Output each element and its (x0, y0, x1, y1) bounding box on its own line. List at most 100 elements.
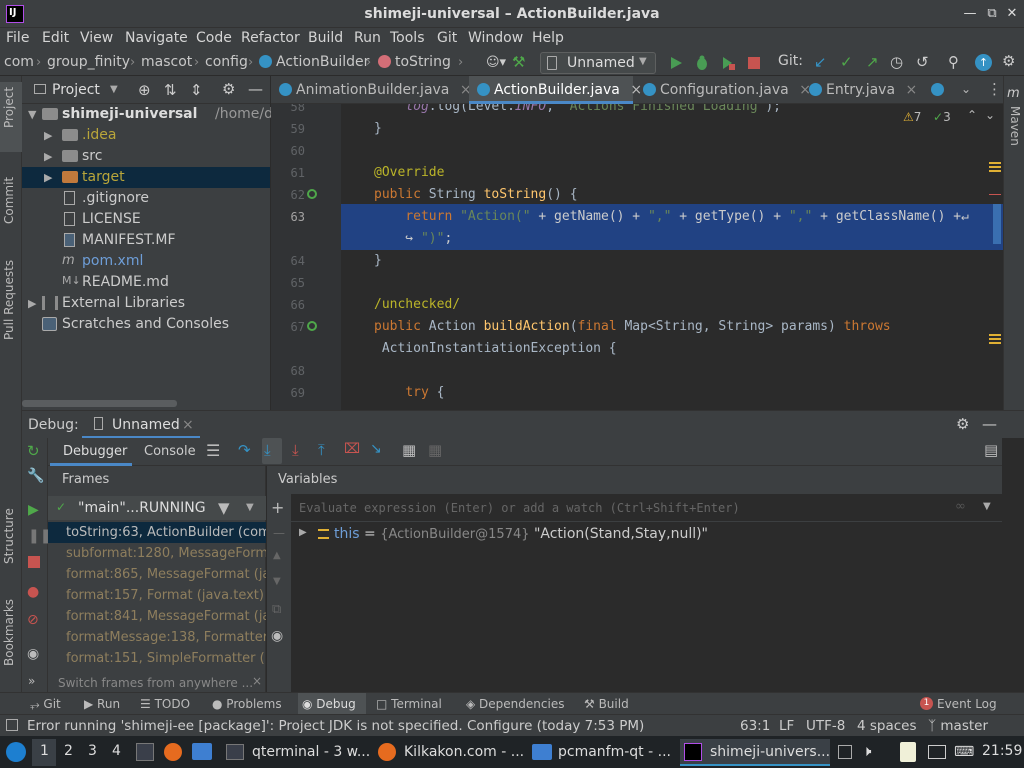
task-intellij[interactable]: shimeji-univers... (680, 739, 830, 766)
rollback-icon[interactable]: ↺ (916, 53, 929, 71)
drop-frame-icon[interactable]: ⌧ (344, 441, 360, 457)
clock[interactable]: 21:59 (982, 743, 1022, 759)
user-icon[interactable]: ☺▾ (486, 55, 506, 70)
tool-tab-maven[interactable]: Maven (1008, 106, 1022, 146)
menu-refactor[interactable]: Refactor (241, 30, 300, 46)
thread-select[interactable]: ✓ "main"...RUNNING ▼ ▼ (48, 496, 266, 520)
close-session-icon[interactable]: × (182, 417, 194, 433)
tab-console[interactable]: Console (144, 444, 196, 459)
more-icon[interactable]: » (28, 674, 35, 688)
history-dropdown-icon[interactable]: ▼ (983, 501, 991, 512)
evaluate-expression-icon[interactable]: ▦ (402, 441, 416, 459)
toolwindow-todo[interactable]: ☰ TODO (140, 697, 190, 711)
breadcrumb-tostring[interactable]: toString (378, 54, 451, 70)
implements-marker-icon[interactable] (307, 321, 317, 331)
chevron-down-icon[interactable]: ▼ (110, 84, 118, 95)
frame-item[interactable]: format:865, MessageFormat (ja (48, 564, 266, 585)
hide-panel-icon[interactable]: — (248, 80, 263, 98)
warning-icon[interactable]: ⚠7 (903, 110, 921, 124)
workspace-1[interactable]: 1 (40, 743, 49, 759)
toolwindow-dependencies[interactable]: ◈ Dependencies (466, 697, 564, 711)
step-out-icon[interactable]: ⤒ (318, 441, 325, 459)
move-down-icon[interactable]: ▼ (273, 576, 281, 587)
menu-view[interactable]: View (80, 30, 113, 46)
menu-code[interactable]: Code (196, 30, 232, 46)
task-firefox[interactable]: Kilkakon.com - ... (374, 739, 524, 766)
force-step-into-icon[interactable]: ⤓ (292, 441, 299, 459)
step-into-icon[interactable]: ⤓ (264, 441, 271, 459)
tab-entry[interactable]: Entry.java × (801, 76, 923, 104)
tool-tab-commit[interactable]: Commit (2, 177, 16, 224)
update-icon[interactable]: ↑ (975, 54, 992, 71)
frame-item[interactable]: format:841, MessageFormat (ja (48, 606, 266, 627)
menu-edit[interactable]: Edit (42, 30, 69, 46)
coverage-icon[interactable] (720, 55, 736, 71)
debug-session-tab[interactable]: Unnamed (112, 417, 180, 433)
filter-icon[interactable]: ▼ (218, 499, 230, 517)
more-menu-icon[interactable]: ⋮ (987, 80, 1002, 98)
next-highlight-icon[interactable]: ⌄ (985, 108, 995, 122)
watches-visibility-icon[interactable]: ◉ (271, 628, 283, 644)
copy-icon[interactable]: ⧉ (272, 602, 281, 617)
tree-item-manifest[interactable]: MANIFEST.MF (22, 230, 270, 251)
glasses-icon[interactable]: ∞ (955, 499, 966, 514)
step-over-icon[interactable]: ↷ (238, 441, 251, 459)
locate-icon[interactable]: ⊕ (138, 81, 151, 99)
camera-icon[interactable]: ◉ (27, 646, 39, 662)
build-hammer-icon[interactable]: ⚒ (512, 53, 525, 71)
override-marker-icon[interactable] (307, 189, 317, 199)
tab-configuration[interactable]: Configuration.java × (635, 76, 811, 104)
minimize-icon[interactable]: — (960, 4, 980, 24)
breadcrumb-actionbuilder[interactable]: ActionBuilder (259, 54, 369, 70)
search-icon[interactable]: ⚲ (948, 53, 959, 71)
code-editor[interactable]: 58 log.log(Level.INFO, "Actions Finished… (271, 104, 1003, 410)
menu-run[interactable]: Run (354, 30, 381, 46)
workspace-2[interactable]: 2 (64, 743, 73, 759)
tree-item-src[interactable]: ▶ src (22, 146, 270, 167)
error-stripe-marker[interactable] (989, 334, 1001, 336)
trace-icon[interactable]: ▦ (428, 441, 442, 459)
stop-icon[interactable] (746, 55, 762, 71)
screenshot-tray-icon[interactable] (838, 745, 852, 759)
frame-item-selected[interactable]: toString:63, ActionBuilder (com (48, 522, 266, 543)
indent-setting[interactable]: 4 spaces (857, 718, 917, 734)
tree-item-shimeji-universal[interactable]: ▼ shimeji-universal /home/dartz (22, 104, 300, 125)
tool-tab-project[interactable]: Project (2, 87, 16, 128)
task-pcmanfm[interactable]: pcmanfm-qt - ... (528, 739, 674, 766)
tool-tab-pull-requests[interactable]: Pull Requests (2, 260, 16, 340)
task-qterminal[interactable]: qterminal - 3 w... (222, 739, 370, 766)
clipboard-tray-icon[interactable] (900, 742, 916, 762)
collapse-all-icon[interactable]: ⇅ (164, 81, 177, 99)
breadcrumb-config[interactable]: config (205, 54, 248, 70)
keyboard-tray-icon[interactable]: ⌨ (954, 744, 974, 760)
error-stripe-marker[interactable] (989, 162, 1001, 164)
breadcrumb-group-finity[interactable]: group_finity (47, 54, 130, 70)
toolwindow-debug[interactable]: ◉ Debug (302, 697, 356, 711)
menu-navigate[interactable]: Navigate (125, 30, 188, 46)
tree-item-idea[interactable]: ▶ .idea (22, 125, 270, 146)
menu-git[interactable]: Git (437, 30, 457, 46)
chevron-right-icon[interactable]: ▶ (44, 150, 52, 163)
typo-check-icon[interactable]: ✓3 (933, 110, 951, 124)
remove-icon[interactable]: — (273, 526, 285, 540)
menu-build[interactable]: Build (308, 30, 343, 46)
file-manager-launcher-icon[interactable] (192, 743, 212, 760)
previous-highlight-icon[interactable]: ⌃ (967, 108, 977, 122)
frame-item[interactable]: format:151, SimpleFormatter ( (48, 648, 266, 669)
caret-position[interactable]: 63:1 (740, 718, 770, 734)
status-message[interactable]: Error running 'shimeji-ee [package]': Pr… (27, 718, 644, 734)
view-breakpoints-icon[interactable]: ● (27, 584, 39, 600)
git-branch[interactable]: ᛉ master (928, 718, 988, 734)
project-view-title[interactable]: Project (52, 82, 100, 98)
line-separator[interactable]: LF (779, 718, 794, 734)
expand-all-icon[interactable]: ⇕ (190, 81, 203, 99)
mute-breakpoints-icon[interactable]: ⊘ (27, 612, 39, 628)
history-icon[interactable]: ◷ (890, 53, 903, 71)
network-tray-icon[interactable] (928, 745, 946, 759)
move-up-icon[interactable]: ▲ (273, 550, 281, 561)
workspace-3[interactable]: 3 (88, 743, 97, 759)
gear-icon[interactable]: ⚙ (956, 415, 969, 433)
error-stripe-marker[interactable] (989, 194, 1001, 195)
tool-tab-structure[interactable]: Structure (2, 508, 16, 564)
workspace-4[interactable]: 4 (112, 743, 121, 759)
